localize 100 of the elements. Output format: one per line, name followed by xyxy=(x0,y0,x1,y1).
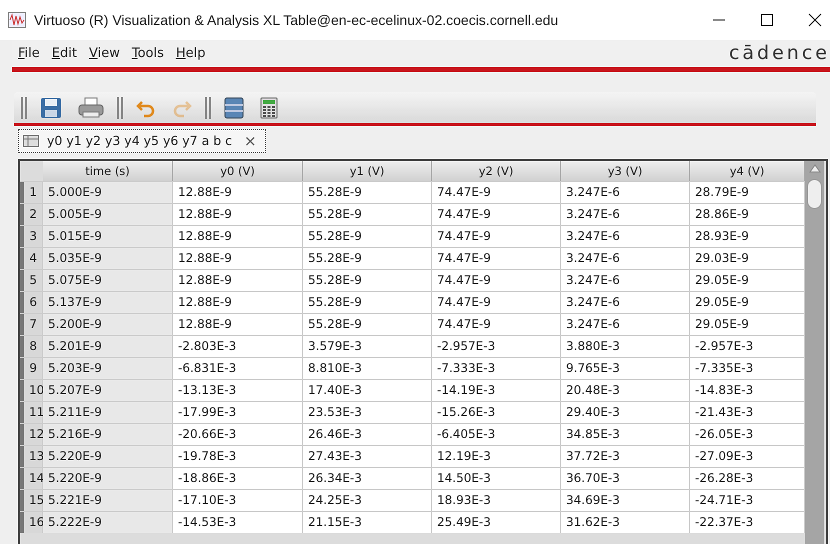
table-cell: 55.28E-9 xyxy=(303,248,432,269)
row-number: 15 xyxy=(20,490,43,511)
cadence-logo: cādence xyxy=(728,41,830,66)
table-cell: 28.93E-9 xyxy=(690,226,805,247)
table-cell: 3.247E-6 xyxy=(561,292,690,313)
table-cell: 74.47E-9 xyxy=(432,270,561,291)
row-number: 7 xyxy=(20,314,43,335)
close-icon[interactable] xyxy=(808,13,822,27)
table-cell: -6.405E-3 xyxy=(432,424,561,445)
row-number: 6 xyxy=(20,292,43,313)
table-cell: 74.47E-9 xyxy=(432,292,561,313)
table-tab[interactable]: y0 y1 y2 y3 y4 y5 y6 y7 a b c × xyxy=(18,129,266,153)
table-cell: -2.957E-3 xyxy=(690,336,805,357)
menu-item[interactable]: Tools xyxy=(126,44,170,64)
scrollbar-thumb[interactable] xyxy=(807,179,822,209)
table-cell: 3.880E-3 xyxy=(561,336,690,357)
table-cell: 5.035E-9 xyxy=(43,248,173,269)
table-cell: 74.47E-9 xyxy=(432,248,561,269)
table-cell: 5.137E-9 xyxy=(43,292,173,313)
table-cell: 3.247E-6 xyxy=(561,248,690,269)
table-cell: 5.015E-9 xyxy=(43,226,173,247)
table-cell: -19.78E-3 xyxy=(173,446,303,467)
table-cell: 14.50E-3 xyxy=(432,468,561,489)
table-cell: 12.88E-9 xyxy=(173,292,303,313)
table-cell: -14.83E-3 xyxy=(690,380,805,401)
column-header[interactable]: y0 (V) xyxy=(173,161,303,181)
table-cell: 25.49E-3 xyxy=(432,512,561,533)
scrollbar-track[interactable] xyxy=(805,161,824,544)
menu-item[interactable]: Edit xyxy=(46,44,83,64)
table-cell: -6.831E-3 xyxy=(173,358,303,379)
window-title: Virtuoso (R) Visualization & Analysis XL Table@en-ec-ecelinux-02.coecis.cornell.edu xyxy=(34,10,560,30)
table-cell: 29.05E-9 xyxy=(690,314,805,335)
row-number: 13 xyxy=(20,446,43,467)
table-cell: -2.957E-3 xyxy=(432,336,561,357)
table-cell: 3.247E-6 xyxy=(561,204,690,225)
table-cell: 5.216E-9 xyxy=(43,424,173,445)
table-cell: -13.13E-3 xyxy=(173,380,303,401)
table-cell: 3.247E-6 xyxy=(561,182,690,203)
table-cell: 12.19E-3 xyxy=(432,446,561,467)
table-cell: -2.803E-3 xyxy=(173,336,303,357)
table-cell: 29.05E-9 xyxy=(690,292,805,313)
table-cell: 74.47E-9 xyxy=(432,314,561,335)
table-cell: 8.810E-3 xyxy=(303,358,432,379)
table-cell: 12.88E-9 xyxy=(173,226,303,247)
table-cell: 55.28E-9 xyxy=(303,226,432,247)
toolbar-grip-icon xyxy=(20,96,28,120)
table-cell: -26.05E-3 xyxy=(690,424,805,445)
table-cell: 26.34E-3 xyxy=(303,468,432,489)
table-cell: 12.88E-9 xyxy=(173,204,303,225)
menu-item[interactable]: Help xyxy=(170,44,212,64)
column-header[interactable]: y3 (V) xyxy=(561,161,690,181)
table-cell: 5.220E-9 xyxy=(43,446,173,467)
table-cell: 3.579E-3 xyxy=(303,336,432,357)
table-cell: 3.247E-6 xyxy=(561,270,690,291)
table-cell: 74.47E-9 xyxy=(432,182,561,203)
row-number: 9 xyxy=(20,358,43,379)
printer-icon xyxy=(78,96,104,118)
table-cell: 55.28E-9 xyxy=(303,314,432,335)
table-cell: -24.71E-3 xyxy=(690,490,805,511)
table-cell: -14.53E-3 xyxy=(173,512,303,533)
table-cell: -17.10E-3 xyxy=(173,490,303,511)
table-icon xyxy=(23,135,39,147)
column-header[interactable]: y4 (V) xyxy=(690,161,805,181)
table-cell: -22.37E-3 xyxy=(690,512,805,533)
table-cell: 5.211E-9 xyxy=(43,402,173,423)
maximize-icon[interactable] xyxy=(760,13,774,27)
table-cell: -17.99E-3 xyxy=(173,402,303,423)
row-number: 2 xyxy=(20,204,43,225)
row-number: 11 xyxy=(20,402,43,423)
row-number: 1 xyxy=(20,182,43,203)
save-icon xyxy=(40,96,62,118)
table-cell: -7.333E-3 xyxy=(432,358,561,379)
tab-close-button[interactable]: × xyxy=(240,134,261,148)
table-cell: 12.88E-9 xyxy=(173,182,303,203)
table-cell: -21.43E-3 xyxy=(690,402,805,423)
table-cell: 26.46E-3 xyxy=(303,424,432,445)
table-cell: -15.26E-3 xyxy=(432,402,561,423)
table-cell: -7.335E-3 xyxy=(690,358,805,379)
menu-item[interactable]: File xyxy=(12,44,46,64)
table-cell: 55.28E-9 xyxy=(303,270,432,291)
table-cell: 5.075E-9 xyxy=(43,270,173,291)
table-cell: 3.247E-6 xyxy=(561,314,690,335)
table-cell: -26.28E-3 xyxy=(690,468,805,489)
table-cell: 12.88E-9 xyxy=(173,248,303,269)
table-cell: 36.70E-3 xyxy=(561,468,690,489)
toolbar-grip-icon xyxy=(204,96,212,120)
menu-item[interactable]: View xyxy=(82,44,126,64)
table-cell: 5.200E-9 xyxy=(43,314,173,335)
column-header[interactable]: time (s) xyxy=(43,161,173,181)
row-number: 3 xyxy=(20,226,43,247)
table-cell: 55.28E-9 xyxy=(303,204,432,225)
column-header[interactable]: y1 (V) xyxy=(303,161,432,181)
table-cell: 5.201E-9 xyxy=(43,336,173,357)
table-cell: 21.15E-3 xyxy=(303,512,432,533)
column-header[interactable]: y2 (V) xyxy=(432,161,561,181)
table-cell: 31.62E-3 xyxy=(561,512,690,533)
toolbar-grip-icon xyxy=(116,96,124,120)
table-cell: 55.28E-9 xyxy=(303,182,432,203)
table-cell: 34.69E-3 xyxy=(561,490,690,511)
table-cell: 5.222E-9 xyxy=(43,512,173,533)
